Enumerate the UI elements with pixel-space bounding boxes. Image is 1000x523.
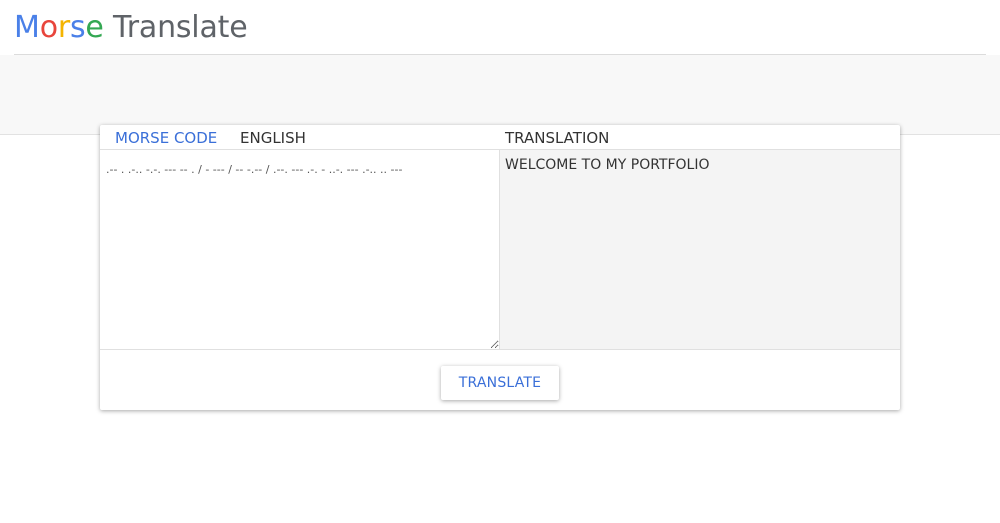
tab-english[interactable]: ENGLISH bbox=[240, 129, 306, 149]
hero-band bbox=[0, 55, 1000, 135]
logo-letter: o bbox=[39, 10, 58, 45]
logo-letter: s bbox=[69, 10, 86, 45]
source-language-tabs: MORSE CODE ENGLISH bbox=[100, 125, 500, 151]
logo-letter: M bbox=[14, 10, 40, 45]
translate-button[interactable]: TRANSLATE bbox=[441, 366, 559, 400]
app-logo: Morse Translate bbox=[14, 8, 248, 48]
app-header: Morse Translate bbox=[0, 0, 1000, 55]
tab-morse-code[interactable]: MORSE CODE bbox=[105, 129, 228, 151]
card-divider bbox=[100, 349, 900, 350]
translation-heading: TRANSLATION bbox=[505, 129, 610, 147]
logo-letter: e bbox=[85, 10, 104, 45]
logo-letter: r bbox=[57, 10, 70, 45]
translator-card: MORSE CODE ENGLISH TRANSLATION .-- . .-.… bbox=[100, 125, 900, 410]
source-input-panel: .-- . .-.. -.-. --- -- . / - --- / -- -.… bbox=[100, 149, 500, 349]
translation-output: WELCOME TO MY PORTFOLIO bbox=[500, 149, 900, 349]
logo-word-translate: Translate bbox=[113, 10, 248, 45]
morse-input[interactable]: .-- . .-.. -.-. --- -- . / - --- / -- -.… bbox=[100, 150, 499, 349]
